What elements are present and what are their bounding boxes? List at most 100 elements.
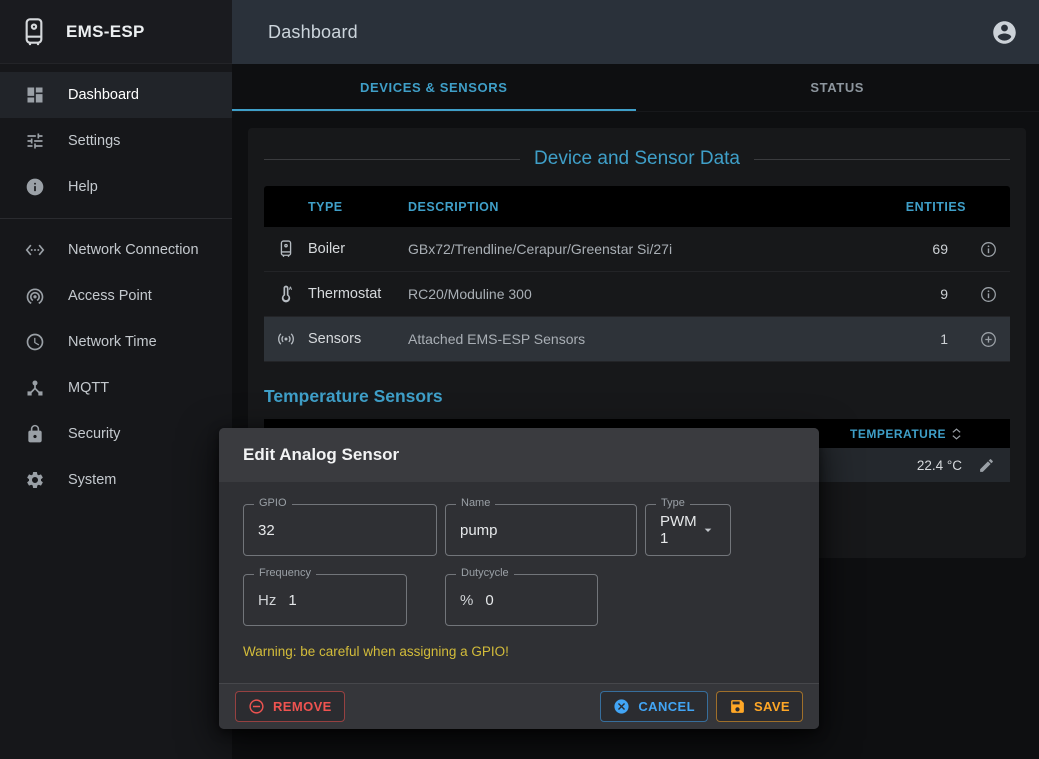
- info-circle-icon[interactable]: [966, 240, 1010, 259]
- device-type: Boiler: [308, 241, 408, 257]
- save-floppy-icon: [729, 698, 746, 715]
- sensors-icon: [264, 329, 308, 349]
- cancel-circle-icon: [613, 698, 630, 715]
- column-header-description: DESCRIPTION: [408, 200, 876, 214]
- column-header-type: TYPE: [308, 200, 408, 214]
- info-icon: [24, 176, 46, 198]
- gpio-field-label: GPIO: [254, 497, 292, 509]
- device-entities: 9: [876, 286, 966, 302]
- type-field-label: Type: [656, 497, 690, 509]
- table-row-sensors[interactable]: Sensors Attached EMS-ESP Sensors 1: [264, 317, 1010, 362]
- tab-status[interactable]: STATUS: [636, 64, 1039, 111]
- tune-icon: [24, 130, 46, 152]
- device-type: Sensors: [308, 331, 408, 347]
- tab-label: DEVICES & SENSORS: [360, 80, 507, 95]
- device-table-header: TYPE DESCRIPTION ENTITIES: [264, 186, 1010, 227]
- device-entities: 69: [876, 241, 966, 257]
- frequency-unit-prefix: Hz: [258, 592, 276, 609]
- sidebar-item-label: Settings: [68, 133, 120, 149]
- sidebar-item-label: MQTT: [68, 380, 109, 396]
- sidebar-divider: [0, 218, 232, 219]
- table-row-boiler[interactable]: Boiler GBx72/Trendline/Cerapur/Greenstar…: [264, 227, 1010, 272]
- clock-icon: [24, 331, 46, 353]
- info-circle-icon[interactable]: [966, 285, 1010, 304]
- sidebar-item-label: Help: [68, 179, 98, 195]
- tab-bar: DEVICES & SENSORS STATUS: [232, 64, 1039, 112]
- sidebar: EMS-ESP Dashboard Settings Help: [0, 0, 232, 759]
- column-header-entities: ENTITIES: [876, 200, 966, 214]
- tab-devices-sensors[interactable]: DEVICES & SENSORS: [232, 64, 636, 111]
- save-button-label: SAVE: [754, 699, 790, 714]
- ems-esp-logo-icon: [16, 14, 52, 50]
- sidebar-item-help[interactable]: Help: [0, 164, 232, 210]
- section-title: Device and Sensor Data: [264, 148, 1010, 170]
- dutycycle-input[interactable]: [485, 592, 583, 609]
- account-circle-icon[interactable]: [989, 17, 1019, 47]
- section-title-text: Device and Sensor Data: [534, 148, 740, 170]
- lock-icon: [24, 423, 46, 445]
- sidebar-item-label: Dashboard: [68, 87, 139, 103]
- device-description: RC20/Moduline 300: [408, 286, 876, 302]
- device-type: Thermostat: [308, 286, 408, 302]
- chevron-down-icon: [700, 522, 716, 538]
- frequency-input[interactable]: [288, 592, 392, 609]
- device-hub-icon: [24, 377, 46, 399]
- table-row-thermostat[interactable]: Thermostat RC20/Moduline 300 9: [264, 272, 1010, 317]
- sidebar-item-label: Access Point: [68, 288, 152, 304]
- tab-label: STATUS: [810, 80, 864, 95]
- gear-icon: [24, 469, 46, 491]
- add-circle-icon[interactable]: [966, 330, 1010, 349]
- sort-arrows-icon: [951, 427, 962, 441]
- type-select[interactable]: Type PWM 1: [645, 504, 731, 556]
- sidebar-item-access-point[interactable]: Access Point: [0, 273, 232, 319]
- gpio-field[interactable]: GPIO: [243, 504, 437, 556]
- gpio-warning-text: Warning: be careful when assigning a GPI…: [243, 644, 795, 659]
- name-field[interactable]: Name: [445, 504, 637, 556]
- device-description: Attached EMS-ESP Sensors: [408, 331, 876, 347]
- gpio-input[interactable]: [258, 522, 422, 539]
- sidebar-item-network-time[interactable]: Network Time: [0, 319, 232, 365]
- remove-circle-icon: [248, 698, 265, 715]
- cancel-button[interactable]: CANCEL: [600, 691, 708, 722]
- sidebar-item-label: Security: [68, 426, 120, 442]
- sidebar-item-mqtt[interactable]: MQTT: [0, 365, 232, 411]
- frequency-field[interactable]: Frequency Hz: [243, 574, 407, 626]
- device-table: TYPE DESCRIPTION ENTITIES Boiler GBx72/T…: [264, 186, 1010, 362]
- appbar: Dashboard: [232, 0, 1039, 64]
- field-row-1: GPIO Name Type PWM 1: [243, 504, 795, 556]
- dashboard-icon: [24, 84, 46, 106]
- dialog-content: GPIO Name Type PWM 1 Frequency: [219, 482, 819, 683]
- sidebar-header: EMS-ESP: [0, 0, 232, 64]
- thermostat-icon: [264, 284, 308, 304]
- frequency-field-label: Frequency: [254, 567, 316, 579]
- dialog-actions: REMOVE CANCEL SAVE: [219, 683, 819, 729]
- page-title: Dashboard: [268, 22, 358, 43]
- sidebar-item-label: Network Time: [68, 334, 157, 350]
- cancel-button-label: CANCEL: [638, 699, 695, 714]
- device-entities: 1: [876, 331, 966, 347]
- sidebar-item-network-connection[interactable]: Network Connection: [0, 227, 232, 273]
- sidebar-item-settings[interactable]: Settings: [0, 118, 232, 164]
- dutycycle-unit-prefix: %: [460, 592, 473, 609]
- column-header-temperature: TEMPERATURE: [850, 427, 946, 441]
- sidebar-item-security[interactable]: Security: [0, 411, 232, 457]
- sidebar-item-dashboard[interactable]: Dashboard: [0, 72, 232, 118]
- name-input[interactable]: [460, 522, 622, 539]
- app-title: EMS-ESP: [66, 22, 145, 42]
- ethernet-icon: [24, 239, 46, 261]
- edit-analog-sensor-dialog: Edit Analog Sensor GPIO Name Type PWM 1: [219, 428, 819, 729]
- sidebar-item-system[interactable]: System: [0, 457, 232, 503]
- field-row-2: Frequency Hz Dutycycle %: [243, 574, 795, 626]
- dutycycle-field[interactable]: Dutycycle %: [445, 574, 598, 626]
- app-window: EMS-ESP Dashboard Settings Help: [0, 0, 1039, 759]
- remove-button[interactable]: REMOVE: [235, 691, 345, 722]
- temperature-sensors-heading: Temperature Sensors: [264, 386, 1010, 407]
- sidebar-item-label: System: [68, 472, 116, 488]
- name-field-label: Name: [456, 497, 495, 509]
- device-description: GBx72/Trendline/Cerapur/Greenstar Si/27i: [408, 241, 876, 257]
- save-button[interactable]: SAVE: [716, 691, 803, 722]
- sidebar-item-label: Network Connection: [68, 242, 199, 258]
- remove-button-label: REMOVE: [273, 699, 332, 714]
- edit-pencil-icon[interactable]: [962, 457, 1010, 474]
- boiler-icon: [264, 239, 308, 259]
